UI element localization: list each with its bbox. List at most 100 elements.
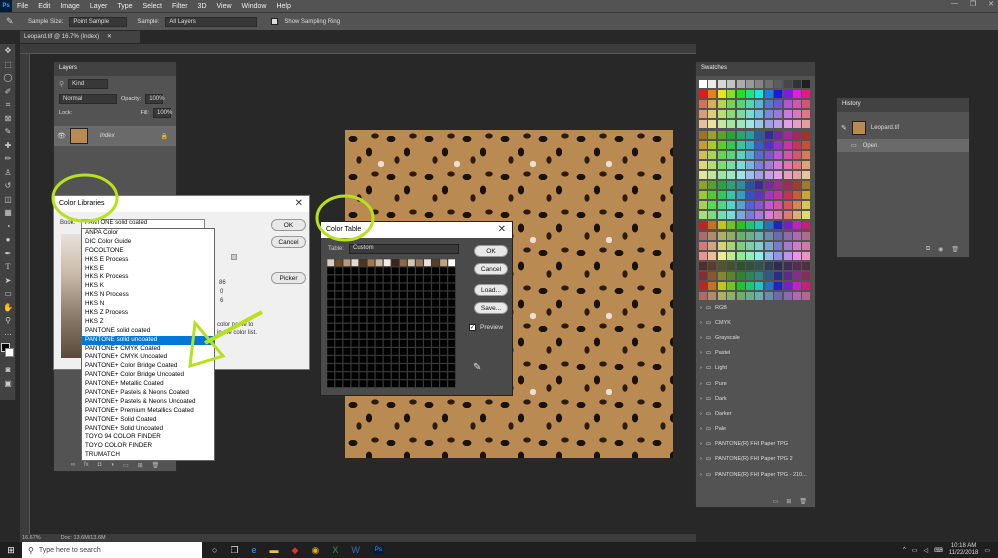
- swatch[interactable]: [802, 231, 811, 240]
- swatch[interactable]: [783, 191, 792, 200]
- ok-button[interactable]: OK: [474, 245, 508, 257]
- swatch[interactable]: [783, 160, 792, 169]
- book-option[interactable]: PANTONE+ Solid Coated: [82, 416, 214, 425]
- color-table-cell[interactable]: [391, 323, 400, 332]
- color-table-cell[interactable]: [383, 331, 392, 340]
- color-table-cell[interactable]: [447, 331, 456, 340]
- color-table-cell[interactable]: [423, 355, 432, 364]
- swatch[interactable]: [764, 170, 773, 179]
- color-table-cell[interactable]: [391, 315, 400, 324]
- color-table-cell[interactable]: [407, 331, 416, 340]
- color-table-cell[interactable]: [375, 266, 384, 275]
- swatch[interactable]: [736, 170, 745, 179]
- color-table-cell[interactable]: [350, 290, 359, 300]
- color-table-cell[interactable]: [399, 282, 408, 291]
- swatch[interactable]: [746, 181, 754, 189]
- color-table-cell[interactable]: [391, 331, 400, 340]
- swatch[interactable]: [699, 282, 707, 290]
- folder-icon[interactable]: ▭: [773, 498, 779, 505]
- color-table-cell[interactable]: [447, 323, 456, 332]
- swatch[interactable]: [774, 110, 783, 119]
- marquee-tool-icon[interactable]: ⬚: [0, 58, 16, 72]
- swatch[interactable]: [755, 140, 764, 149]
- swatch[interactable]: [746, 80, 754, 88]
- cortana-icon[interactable]: ○: [212, 545, 217, 555]
- swatch[interactable]: [717, 140, 726, 149]
- color-table-cell[interactable]: [423, 379, 432, 388]
- color-table-cell[interactable]: [342, 307, 351, 316]
- color-table-cell[interactable]: [399, 347, 408, 356]
- swatch[interactable]: [774, 191, 783, 200]
- swatch[interactable]: [783, 211, 792, 220]
- trash-icon[interactable]: 🗑: [152, 462, 160, 469]
- color-table-cell[interactable]: [407, 339, 416, 348]
- swatch[interactable]: [783, 170, 792, 179]
- swatch[interactable]: [727, 231, 736, 240]
- swatch[interactable]: [755, 150, 764, 159]
- swatch[interactable]: [802, 181, 811, 189]
- sample-size-select[interactable]: Point Sample: [69, 16, 128, 27]
- swatch[interactable]: [746, 282, 754, 290]
- color-table-cell[interactable]: [415, 339, 424, 348]
- swatch[interactable]: [699, 150, 707, 159]
- color-table-cell[interactable]: [334, 282, 343, 291]
- preview-checkbox[interactable]: ✓: [469, 324, 476, 331]
- color-table-cell[interactable]: [342, 379, 351, 388]
- swatch[interactable]: [793, 201, 801, 210]
- swatch[interactable]: [746, 292, 754, 301]
- close-tab-icon[interactable]: ✕: [107, 34, 112, 40]
- swatch[interactable]: [764, 150, 773, 159]
- chevron-right-icon[interactable]: ›: [700, 305, 702, 311]
- hand-tool-icon[interactable]: ✋: [0, 301, 16, 315]
- swatch[interactable]: [774, 251, 783, 260]
- color-table-cell[interactable]: [391, 363, 400, 372]
- book-option[interactable]: HKS E Process: [82, 256, 214, 265]
- eraser-tool-icon[interactable]: ◫: [0, 193, 16, 207]
- swatch[interactable]: [736, 261, 745, 270]
- swatch[interactable]: [793, 130, 801, 139]
- color-table-cell[interactable]: [375, 274, 384, 283]
- swatch[interactable]: [755, 130, 764, 139]
- color-table-cell[interactable]: [431, 363, 440, 372]
- network-icon[interactable]: ▭: [912, 547, 918, 554]
- swatch[interactable]: [764, 110, 773, 119]
- color-table-cell[interactable]: [407, 299, 416, 308]
- swatch[interactable]: [755, 170, 764, 179]
- swatch[interactable]: [727, 292, 736, 301]
- color-table-cell[interactable]: [447, 371, 456, 380]
- color-table-cell[interactable]: [375, 379, 384, 388]
- chevron-right-icon[interactable]: ›: [700, 426, 702, 432]
- color-table-cell[interactable]: [334, 371, 343, 380]
- swatch[interactable]: [736, 241, 745, 250]
- color-table-cell[interactable]: [447, 339, 456, 348]
- layer-row[interactable]: 👁 Index 🔒: [54, 126, 176, 146]
- swatch[interactable]: [708, 241, 717, 250]
- swatch[interactable]: [755, 181, 764, 189]
- color-table-cell[interactable]: [447, 259, 456, 267]
- swatch[interactable]: [746, 140, 754, 149]
- swatch[interactable]: [764, 80, 773, 88]
- swatch[interactable]: [802, 130, 811, 139]
- swatch[interactable]: [793, 261, 801, 270]
- swatch[interactable]: [755, 261, 764, 270]
- color-table-cell[interactable]: [367, 259, 376, 267]
- color-table-cell[interactable]: [342, 371, 351, 380]
- swatch[interactable]: [802, 261, 811, 270]
- chevron-right-icon[interactable]: ›: [700, 365, 702, 371]
- swatch[interactable]: [802, 140, 811, 149]
- color-table-cell[interactable]: [342, 331, 351, 340]
- swatch[interactable]: [727, 241, 736, 250]
- swatch[interactable]: [793, 160, 801, 169]
- swatch[interactable]: [717, 271, 726, 280]
- swatch[interactable]: [727, 261, 736, 270]
- swatch[interactable]: [764, 261, 773, 270]
- swatch[interactable]: [774, 150, 783, 159]
- color-table-cell[interactable]: [358, 315, 368, 324]
- chevron-right-icon[interactable]: ›: [700, 350, 702, 356]
- swatch[interactable]: [708, 140, 717, 149]
- swatch[interactable]: [736, 191, 745, 200]
- swatch[interactable]: [727, 150, 736, 159]
- book-option[interactable]: PANTONE solid coated: [82, 327, 214, 336]
- swatch[interactable]: [727, 130, 736, 139]
- swatch[interactable]: [802, 170, 811, 179]
